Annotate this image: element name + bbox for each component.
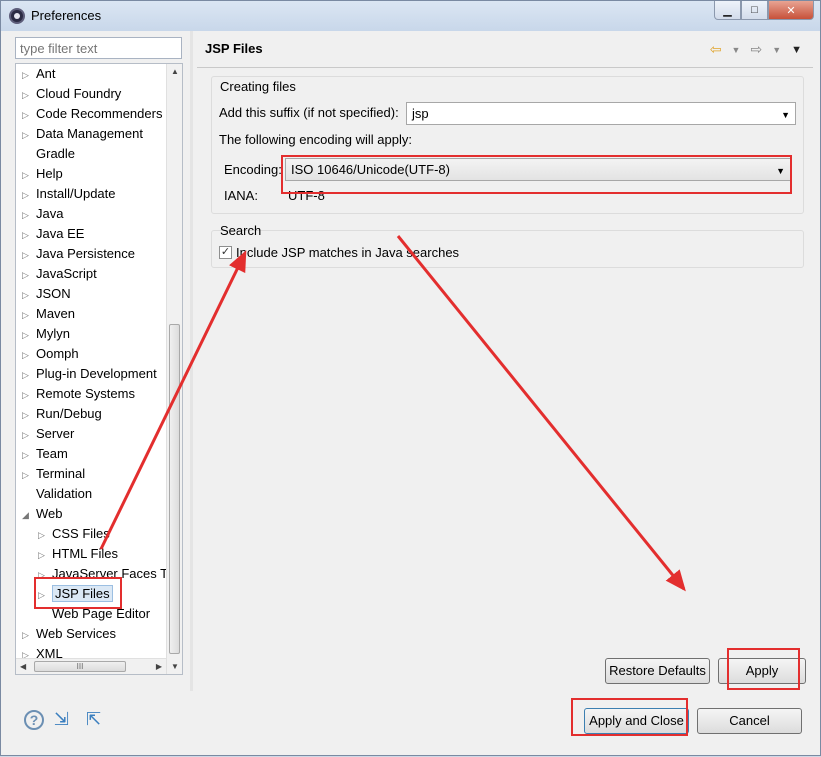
preferences-window: Preferences ▁ □ ✕ ▷XML▷Web ServicesWeb P…: [0, 0, 821, 756]
arrow-to-checkbox: [99, 250, 247, 550]
arrow-to-apply: [396, 235, 686, 592]
annotation-arrows: [99, 235, 686, 592]
